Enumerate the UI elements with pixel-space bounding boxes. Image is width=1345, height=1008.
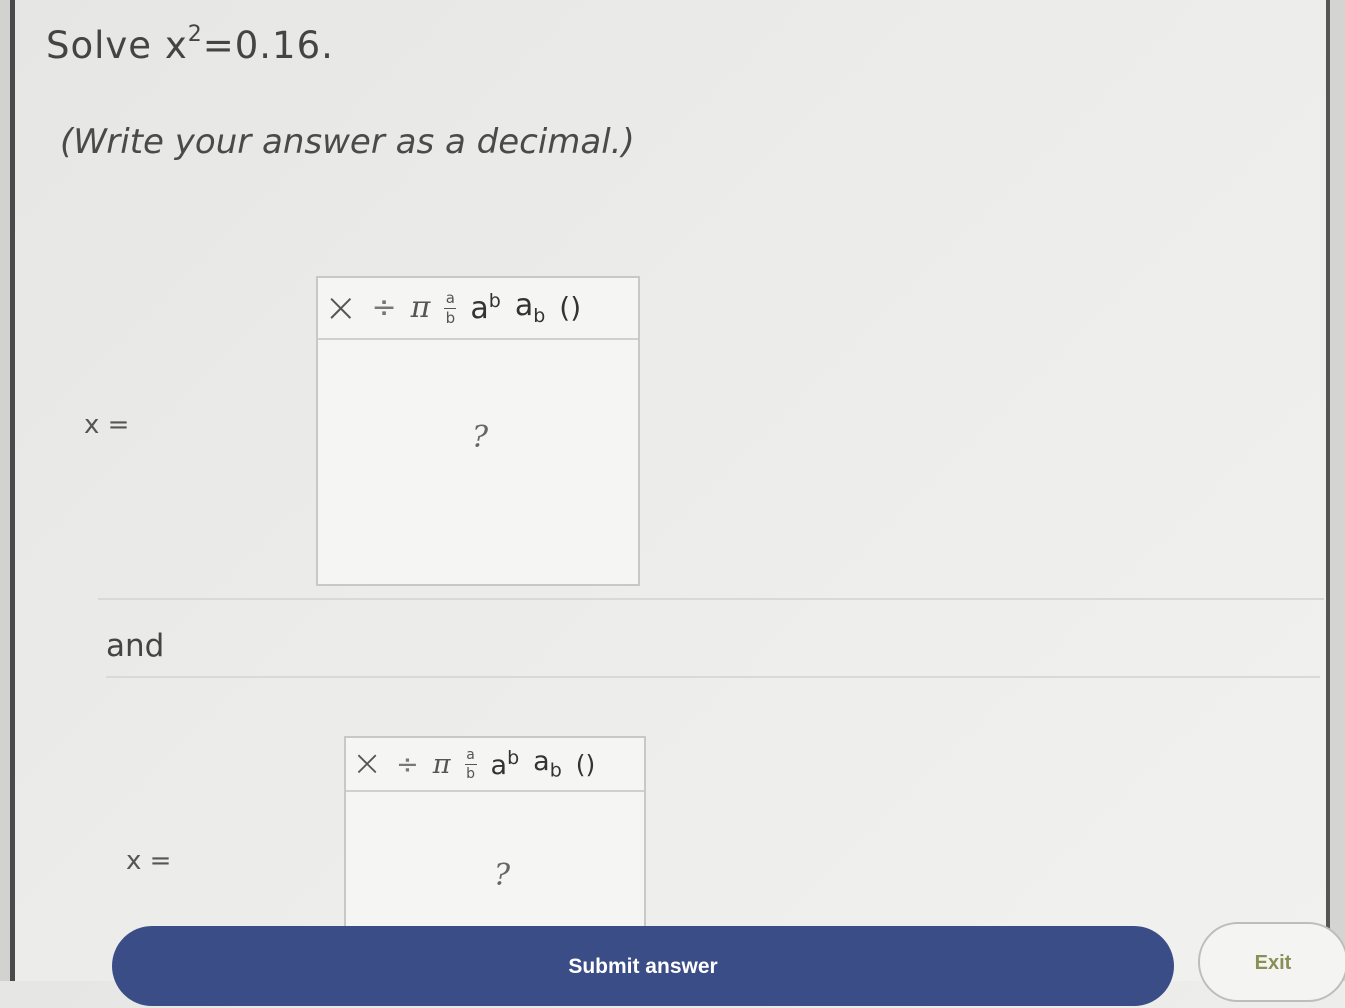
answer-2-placeholder: ? xyxy=(494,858,511,893)
divide-button[interactable]: ÷ xyxy=(396,751,419,778)
exponent-power: b xyxy=(488,290,501,312)
question-variable: x xyxy=(164,24,188,67)
question-equation: x2=0.16. xyxy=(164,22,334,67)
subscript-index: b xyxy=(549,759,562,782)
subscript-base: a xyxy=(514,287,534,323)
math-toolbar-2: × ÷ π ab ab ab () xyxy=(346,738,644,792)
times-button[interactable]: × xyxy=(352,746,382,782)
exponent-button[interactable]: ab xyxy=(470,292,500,324)
fraction-numerator: a xyxy=(466,746,475,763)
answer-1-placeholder: ? xyxy=(472,420,489,455)
divider-top xyxy=(98,598,1324,600)
left-border-rule xyxy=(10,0,15,981)
fraction-button[interactable]: ab xyxy=(464,746,477,782)
subscript-base: a xyxy=(533,745,550,777)
answer-1-label: x = xyxy=(84,410,130,440)
subscript-button[interactable]: ab xyxy=(514,287,546,327)
times-button[interactable]: × xyxy=(324,288,358,328)
answer-2-box: × ÷ π ab ab ab () ? xyxy=(344,736,646,956)
question-prefix: Solve xyxy=(46,24,153,67)
question-rest: =0.16. xyxy=(202,24,334,67)
answer-1-input[interactable]: ? xyxy=(318,340,638,584)
fraction-button[interactable]: ab xyxy=(444,288,457,327)
fraction-denominator: b xyxy=(466,765,475,782)
exit-button[interactable]: Exit xyxy=(1198,922,1345,1002)
subscript-button[interactable]: ab xyxy=(533,748,562,780)
and-separator: and xyxy=(106,628,165,664)
fraction-denominator: b xyxy=(445,308,456,327)
math-toolbar-1: × ÷ π ab ab ab () xyxy=(318,278,638,340)
divide-button[interactable]: ÷ xyxy=(372,293,397,323)
answer-2-label: x = xyxy=(126,846,172,876)
answer-1-box: × ÷ π ab ab ab () ? xyxy=(316,276,640,586)
submit-answer-button[interactable]: Submit answer xyxy=(112,926,1174,1006)
exponent-base: a xyxy=(470,291,489,326)
question-exponent: 2 xyxy=(187,22,203,47)
exponent-base: a xyxy=(490,750,508,781)
pi-button[interactable]: π xyxy=(411,293,431,323)
pi-button[interactable]: π xyxy=(433,751,451,778)
parentheses-button[interactable]: () xyxy=(576,752,596,777)
exponent-power: b xyxy=(507,747,520,769)
subscript-index: b xyxy=(533,304,546,327)
right-border-rule xyxy=(1326,0,1330,981)
exponent-button[interactable]: ab xyxy=(490,747,520,781)
parentheses-button[interactable]: () xyxy=(559,294,581,322)
fraction-numerator: a xyxy=(445,288,455,307)
divider-bottom xyxy=(106,676,1320,678)
instruction-text: (Write your answer as a decimal.) xyxy=(60,122,635,162)
question-text: Solve x2=0.16. xyxy=(46,22,334,67)
